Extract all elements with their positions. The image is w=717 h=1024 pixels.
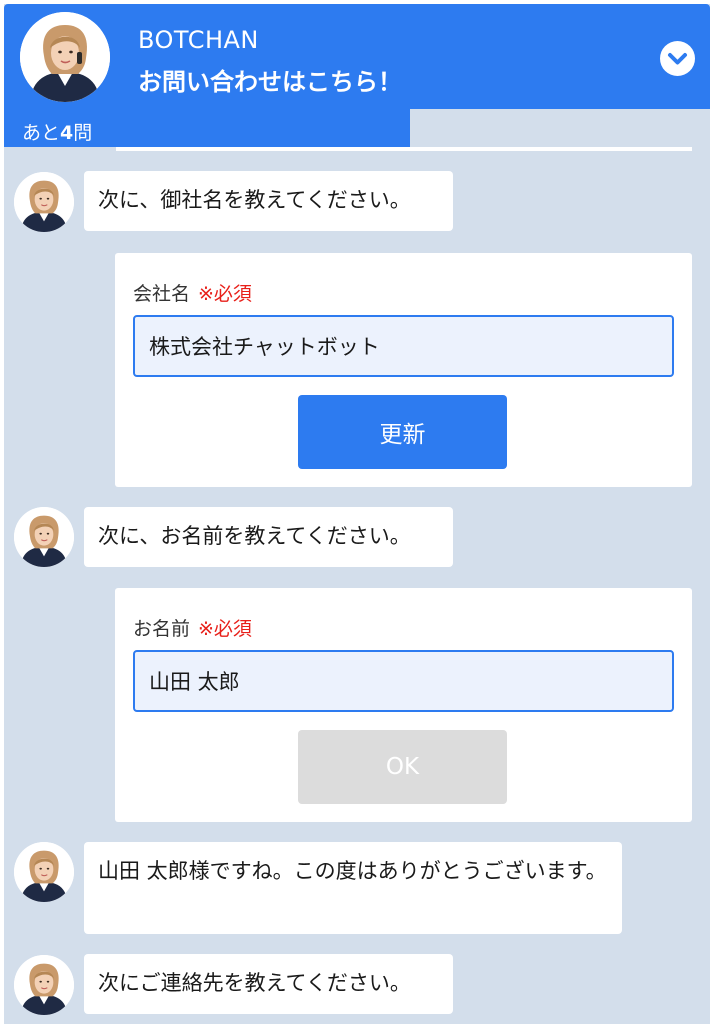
name-label-text: お名前 [133,618,191,640]
chevron-down-icon [668,53,687,65]
company-label-text: 会社名 [133,283,191,305]
bot-message: 次にご連絡先を教えてください。 [84,954,453,1014]
divider [116,147,692,151]
progress-bar: あと4問 [4,109,710,147]
chat-widget: BOTCHAN お問い合わせはこちら！ あと4問 次に、御社名を教えてください。 [4,4,710,1024]
progress-suffix: 問 [73,122,93,144]
progress-remaining-count: 4 [60,122,74,144]
company-form-card: 会社名 ※必須 更新 [115,253,692,487]
bot-message: 山田 太郎様ですね。この度はありがとうございます。 [84,842,622,934]
required-mark: ※必須 [198,618,252,640]
operator-avatar-icon [14,507,74,567]
chat-subtitle: お問い合わせはこちら！ [138,68,402,96]
collapse-button[interactable] [660,41,695,76]
bot-message: 次に、お名前を教えてください。 [84,507,453,567]
operator-avatar-icon [20,12,110,102]
name-input[interactable] [133,650,674,712]
chat-header: BOTCHAN お問い合わせはこちら！ [4,4,710,109]
name-form-card: お名前 ※必須 OK [115,588,692,822]
bot-name: BOTCHAN [138,26,259,54]
progress-label: あと4問 [22,118,92,145]
company-field-label: 会社名 ※必須 [133,279,252,306]
bot-message: 次に、御社名を教えてください。 [84,171,453,231]
required-mark: ※必須 [198,283,252,305]
ok-button[interactable]: OK [298,730,507,804]
progress-prefix: あと [22,122,61,144]
operator-avatar-icon [14,955,74,1015]
update-button[interactable]: 更新 [298,395,507,469]
name-field-label: お名前 ※必須 [133,614,252,641]
operator-avatar-icon [14,842,74,902]
company-name-input[interactable] [133,315,674,377]
operator-avatar-icon [14,172,74,232]
